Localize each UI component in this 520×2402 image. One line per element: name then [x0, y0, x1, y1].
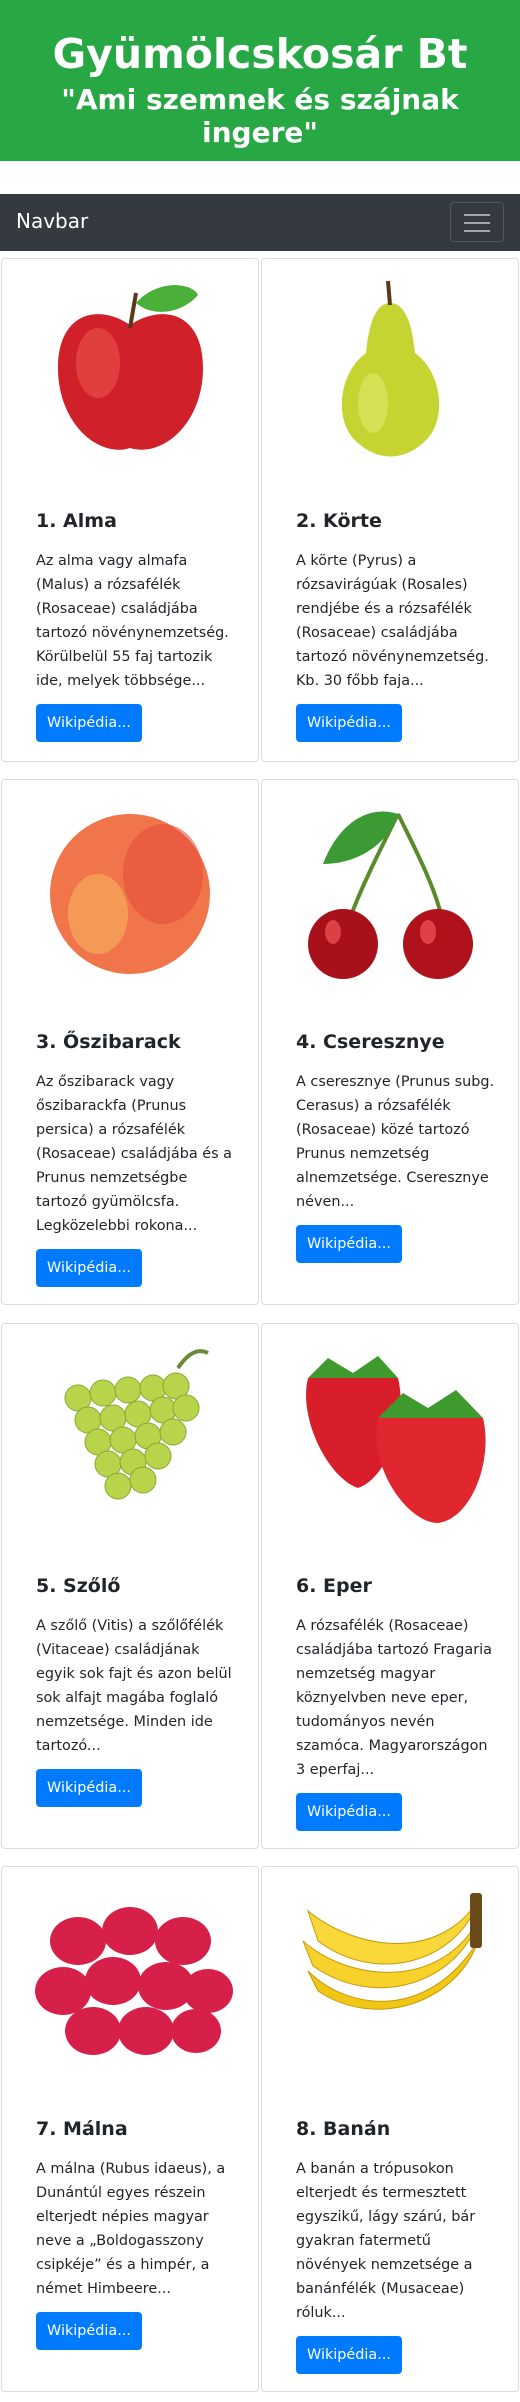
wikipedia-button[interactable]: Wikipédia...: [296, 1225, 402, 1263]
card-title: 3. Őszibarack: [36, 1031, 181, 1053]
card-text: A málna (Rubus idaeus), a Dunántúl egyes…: [36, 2161, 226, 2297]
card-title: 8. Banán: [296, 2118, 391, 2140]
card-title: 4. Cseresznye: [296, 1031, 445, 1053]
card-text: Az őszibarack vagy őszibarackfa (Prunus …: [36, 1074, 232, 1234]
fruit-card-banan: 8. Banán A banán a trópusokon elterjedt …: [261, 1866, 519, 2392]
strawberry-image: [306, 1356, 486, 1523]
navbar-toggler-button[interactable]: [450, 202, 504, 242]
peach-image: [50, 814, 210, 974]
card-title: 5. Szőlő: [36, 1575, 121, 1597]
cherry-image: [308, 811, 473, 979]
raspberry-image: [35, 1907, 233, 2055]
pear-image: [341, 280, 440, 457]
apple-image: [58, 285, 203, 450]
card-text: A rózsafélék (Rosaceae) családjába tarto…: [296, 1618, 492, 1778]
grapes-image: [64, 1349, 209, 1500]
card-text: A cseresznye (Prunus subg. Cerasus) a ró…: [296, 1074, 495, 1210]
fruit-card-alma: 1. Alma Az alma vagy almafa (Malus) a ró…: [1, 258, 259, 762]
card-text: Az alma vagy almafa (Malus) a rózsafélék…: [36, 553, 229, 689]
page-header: Gyümölcskosár Bt "Ami szemnek és szájnak…: [0, 0, 520, 161]
hamburger-icon-bar: [464, 222, 490, 224]
card-title: 7. Málna: [36, 2118, 128, 2140]
wikipedia-button[interactable]: Wikipédia...: [36, 1249, 142, 1287]
fruit-card-szolo: 5. Szőlő A szőlő (Vitis) a szőlőfélék (V…: [1, 1323, 259, 1849]
wikipedia-button[interactable]: Wikipédia...: [36, 704, 142, 742]
hamburger-icon-bar: [464, 230, 490, 232]
card-text: A banán a trópusokon elterjedt és termes…: [296, 2161, 476, 2321]
card-title: 1. Alma: [36, 510, 117, 532]
fruit-card-oszibarack: 3. Őszibarack Az őszibarack vagy őszibar…: [1, 779, 259, 1305]
fruit-card-eper: 6. Eper A rózsafélék (Rosaceae) családjá…: [261, 1323, 519, 1849]
card-text: A szőlő (Vitis) a szőlőfélék (Vitaceae) …: [36, 1618, 232, 1754]
hamburger-icon-bar: [464, 214, 490, 216]
card-title: 6. Eper: [296, 1575, 372, 1597]
banana-image: [302, 1893, 482, 2010]
wikipedia-button[interactable]: Wikipédia...: [296, 2336, 402, 2374]
card-title: 2. Körte: [296, 510, 382, 532]
wikipedia-button[interactable]: Wikipédia...: [36, 2312, 142, 2350]
wikipedia-button[interactable]: Wikipédia...: [296, 1793, 402, 1831]
navbar: Navbar: [0, 194, 520, 251]
fruit-card-korte: 2. Körte A körte (Pyrus) a rózsavirágúak…: [261, 258, 519, 762]
fruit-card-cseresznye: 4. Cseresznye A cseresznye (Prunus subg.…: [261, 779, 519, 1305]
page-title: Gyümölcskosár Bt: [52, 30, 468, 78]
page-subtitle: "Ami szemnek és szájnak ingere": [61, 83, 459, 150]
navbar-brand[interactable]: Navbar: [16, 209, 88, 233]
wikipedia-button[interactable]: Wikipédia...: [296, 704, 402, 742]
card-text: A körte (Pyrus) a rózsavirágúak (Rosales…: [296, 553, 489, 689]
wikipedia-button[interactable]: Wikipédia...: [36, 1769, 142, 1807]
fruit-card-malna: 7. Málna A málna (Rubus idaeus), a Dunán…: [1, 1866, 259, 2392]
